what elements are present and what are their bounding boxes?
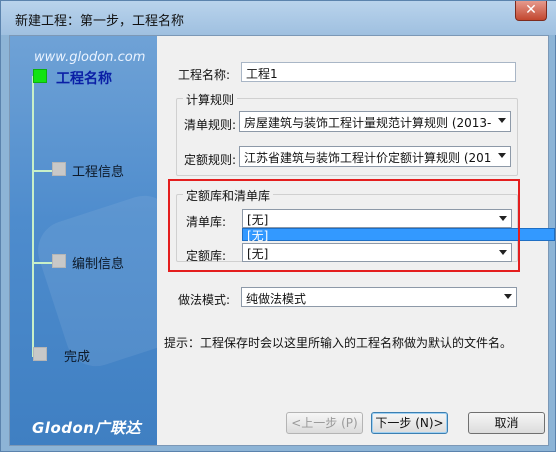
sidebar-url: www.glodon.com <box>34 50 146 65</box>
title-bar[interactable]: 新建工程：第一步，工程名称 ✕ <box>1 1 556 35</box>
chevron-down-icon <box>498 153 506 158</box>
project-name-input[interactable]: 工程1 <box>241 62 516 82</box>
step-label-project-name: 工程名称 <box>56 71 112 87</box>
close-icon: ✕ <box>525 2 537 18</box>
bill-rules-label: 清单规则: <box>184 118 237 132</box>
chevron-down-icon <box>498 118 506 123</box>
close-button[interactable]: ✕ <box>515 1 547 21</box>
hint-text: 提示：工程保存时会以这里所输入的工程名称做为默认的文件名。 <box>164 336 513 350</box>
glodon-logo: Glodon广联达 <box>32 419 141 437</box>
step-label-compile-info: 编制信息 <box>72 257 125 272</box>
step-connector-line <box>32 262 52 264</box>
method-mode-select[interactable]: 纯做法模式 <box>241 287 517 307</box>
previous-button[interactable]: <上一步 (P) <box>286 412 363 434</box>
step-marker-project-info <box>52 162 66 176</box>
bill-rules-value: 房屋建筑与装饰工程计量规范计算规则 (2013-江 <box>244 116 492 130</box>
step-label-project-info: 工程信息 <box>72 165 125 180</box>
step-marker-finish <box>33 347 47 361</box>
method-mode-label: 做法模式: <box>178 293 231 307</box>
next-button[interactable]: 下一步 (N)> <box>371 412 448 434</box>
chevron-down-icon <box>504 294 512 299</box>
highlight-box <box>168 179 520 272</box>
quota-rules-label: 定额规则: <box>184 153 237 167</box>
calc-rules-group-title: 计算规则 <box>183 91 238 108</box>
step-marker-compile-info <box>52 254 66 268</box>
step-connector-line <box>32 76 34 357</box>
watermark-logo-shape <box>30 188 157 374</box>
bill-rules-select[interactable]: 房屋建筑与装饰工程计量规范计算规则 (2013-江 <box>239 111 511 132</box>
window-title: 新建工程：第一步，工程名称 <box>15 14 185 29</box>
step-connector-line <box>32 170 52 172</box>
quota-rules-value: 江苏省建筑与装饰工程计价定额计算规则 (2014 <box>244 151 492 165</box>
method-mode-value: 纯做法模式 <box>246 292 307 306</box>
wizard-client-area: www.glodon.com 工程名称 工程信息 编制信息 完成 Glodon广… <box>9 35 555 446</box>
project-name-label: 工程名称: <box>178 68 231 82</box>
quota-rules-select[interactable]: 江苏省建筑与装饰工程计价定额计算规则 (2014 <box>239 146 511 167</box>
step-label-finish: 完成 <box>64 350 91 365</box>
wizard-sidebar: www.glodon.com 工程名称 工程信息 编制信息 完成 Glodon广… <box>10 36 157 445</box>
wizard-window: 新建工程：第一步，工程名称 ✕ www.glodon.com 工程名称 工程信息… <box>0 0 556 452</box>
cancel-button[interactable]: 取消 <box>468 412 545 434</box>
step-marker-project-name <box>33 69 47 83</box>
